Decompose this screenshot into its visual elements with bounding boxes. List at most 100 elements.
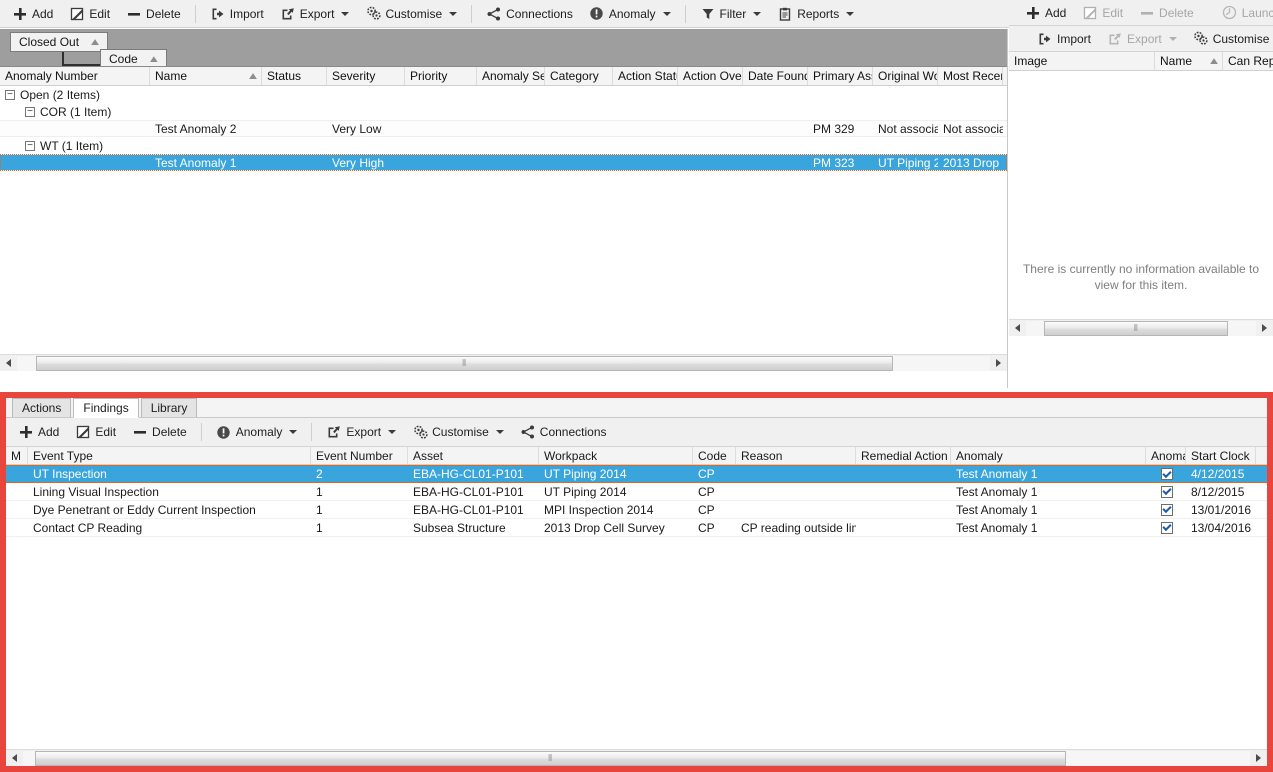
- findings-column-header-start-clock-10[interactable]: Start Clock: [1186, 447, 1256, 464]
- findings-column-header-event-number-2[interactable]: Event Number: [311, 447, 408, 464]
- grid-group-row[interactable]: COR (1 Item): [0, 103, 1007, 120]
- chevron-down-icon[interactable]: [663, 12, 671, 16]
- scroll-track[interactable]: ⦀: [17, 356, 990, 371]
- column-header-asset-t[interactable]: Asset T: [1003, 67, 1007, 85]
- image-grid-hscrollbar[interactable]: ⦀: [1009, 319, 1273, 336]
- anomaly-checkbox[interactable]: [1161, 522, 1173, 534]
- chevron-down-icon[interactable]: [449, 12, 457, 16]
- column-header-most-recen[interactable]: Most Recen: [938, 67, 1003, 85]
- column-header-anomaly-se[interactable]: Anomaly Se: [477, 67, 545, 85]
- import-button[interactable]: Import: [203, 3, 271, 25]
- table-row[interactable]: Contact CP Reading1Subsea Structure2013 …: [6, 519, 1267, 537]
- connections-button[interactable]: Connections: [479, 3, 580, 25]
- column-header-original-wo[interactable]: Original Wo: [873, 67, 938, 85]
- add-button[interactable]: Add: [5, 3, 60, 25]
- chevron-down-icon[interactable]: [388, 430, 396, 434]
- scroll-left-arrow[interactable]: [1009, 320, 1026, 336]
- group-chip-closed-out[interactable]: Closed Out: [10, 32, 108, 52]
- group-chip-code[interactable]: Code: [100, 49, 167, 67]
- image-launch-button[interactable]: Launch: [1215, 2, 1273, 24]
- chevron-down-icon[interactable]: [1169, 37, 1177, 41]
- anomaly-checkbox[interactable]: [1161, 504, 1173, 516]
- filter-button[interactable]: Filter: [693, 3, 769, 25]
- column-header-category[interactable]: Category: [545, 67, 613, 85]
- column-header-severity[interactable]: Severity: [327, 67, 405, 85]
- group-by-bar[interactable]: Closed Out Code: [0, 29, 1007, 67]
- scroll-right-arrow[interactable]: [1256, 320, 1273, 336]
- findings-connections-button[interactable]: Connections: [513, 421, 614, 443]
- column-header-action-statu[interactable]: Action Statu: [613, 67, 678, 85]
- sort-ascending-icon[interactable]: [1210, 58, 1218, 64]
- scroll-track[interactable]: ⦀: [1026, 321, 1256, 336]
- column-header-action-over[interactable]: Action Over: [678, 67, 743, 85]
- tab-actions[interactable]: Actions: [12, 398, 71, 417]
- tab-library[interactable]: Library: [141, 398, 198, 417]
- findings-column-header-code-5[interactable]: Code: [693, 447, 736, 464]
- edit-button[interactable]: Edit: [62, 3, 117, 25]
- findings-add-button[interactable]: Add: [11, 421, 66, 443]
- findings-column-header-workpack-4[interactable]: Workpack: [539, 447, 693, 464]
- image-edit-button[interactable]: Edit: [1075, 2, 1130, 24]
- findings-column-header-remedial-action-7[interactable]: Remedial Action: [856, 447, 951, 464]
- anomaly-grid-hscrollbar[interactable]: ⦀: [0, 354, 1007, 371]
- findings-grid-hscrollbar[interactable]: ⦀: [6, 749, 1267, 766]
- grid-group-row[interactable]: Open (2 Items): [0, 86, 1007, 103]
- findings-column-header-anomaly-8[interactable]: Anomaly: [951, 447, 1146, 464]
- findings-column-header-m-0[interactable]: M: [6, 447, 28, 464]
- column-header-can-repor[interactable]: Can Repor: [1223, 52, 1273, 70]
- scroll-left-arrow[interactable]: [6, 750, 23, 766]
- column-header-date-found[interactable]: Date Found: [743, 67, 808, 85]
- reports-button[interactable]: Reports: [770, 3, 861, 25]
- findings-customise-button[interactable]: Customise: [405, 421, 511, 443]
- table-row[interactable]: Lining Visual Inspection1EBA-HG-CL01-P10…: [6, 483, 1267, 501]
- table-row[interactable]: UT Inspection2EBA-HG-CL01-P101UT Piping …: [6, 465, 1267, 483]
- scroll-thumb[interactable]: ⦀: [35, 751, 1066, 766]
- tab-findings[interactable]: Findings: [73, 398, 138, 418]
- findings-column-header-anomaly-9[interactable]: Anomaly: [1146, 447, 1186, 464]
- chevron-down-icon[interactable]: [496, 430, 504, 434]
- scroll-thumb[interactable]: ⦀: [1044, 321, 1228, 336]
- anomaly-checkbox[interactable]: [1161, 486, 1173, 498]
- scroll-left-arrow[interactable]: [0, 355, 17, 371]
- collapse-expander-icon[interactable]: [5, 90, 15, 100]
- findings-delete-button[interactable]: Delete: [125, 421, 194, 443]
- customise-button[interactable]: Customise: [358, 3, 464, 25]
- findings-column-header-asset-3[interactable]: Asset: [408, 447, 539, 464]
- sort-ascending-icon[interactable]: [249, 73, 257, 79]
- image-import-button[interactable]: Import: [1030, 28, 1098, 50]
- column-header-name[interactable]: Name: [1155, 52, 1223, 70]
- column-header-name[interactable]: Name: [150, 67, 262, 85]
- chevron-down-icon[interactable]: [341, 12, 349, 16]
- anomaly-button[interactable]: Anomaly: [582, 3, 678, 25]
- image-customise-button[interactable]: Customise: [1186, 28, 1273, 50]
- scroll-thumb[interactable]: ⦀: [36, 356, 892, 371]
- column-header-status[interactable]: Status: [262, 67, 327, 85]
- findings-column-header-event-type-1[interactable]: Event Type: [28, 447, 311, 464]
- findings-export-button[interactable]: Export: [319, 421, 403, 443]
- column-header-priority[interactable]: Priority: [405, 67, 477, 85]
- table-row[interactable]: Test Anomaly 2Very LowPM 329Not associat…: [0, 120, 1007, 137]
- findings-edit-button[interactable]: Edit: [68, 421, 123, 443]
- findings-anomaly-button[interactable]: Anomaly: [209, 421, 305, 443]
- anomaly-checkbox[interactable]: [1161, 468, 1173, 480]
- collapse-expander-icon[interactable]: [25, 141, 35, 151]
- image-add-button[interactable]: Add: [1018, 2, 1073, 24]
- collapse-expander-icon[interactable]: [25, 107, 35, 117]
- scroll-track[interactable]: ⦀: [23, 751, 1250, 766]
- scroll-right-arrow[interactable]: [1250, 750, 1267, 766]
- column-header-primary-ass[interactable]: Primary Ass: [808, 67, 873, 85]
- chevron-down-icon[interactable]: [846, 12, 854, 16]
- chevron-down-icon[interactable]: [753, 12, 761, 16]
- chevron-down-icon[interactable]: [289, 430, 297, 434]
- findings-column-header-reason-6[interactable]: Reason: [736, 447, 856, 464]
- table-row[interactable]: Test Anomaly 1Very HighPM 323UT Piping 2…: [0, 154, 1007, 171]
- column-header-anomaly-number[interactable]: Anomaly Number: [0, 67, 150, 85]
- image-export-button[interactable]: Export: [1100, 28, 1184, 50]
- table-row[interactable]: Dye Penetrant or Eddy Current Inspection…: [6, 501, 1267, 519]
- export-button[interactable]: Export: [273, 3, 357, 25]
- delete-button[interactable]: Delete: [119, 3, 188, 25]
- sort-ascending-icon[interactable]: [91, 39, 99, 45]
- sort-ascending-icon[interactable]: [150, 56, 158, 62]
- scroll-right-arrow[interactable]: [990, 355, 1007, 371]
- grid-group-row[interactable]: WT (1 Item): [0, 137, 1007, 154]
